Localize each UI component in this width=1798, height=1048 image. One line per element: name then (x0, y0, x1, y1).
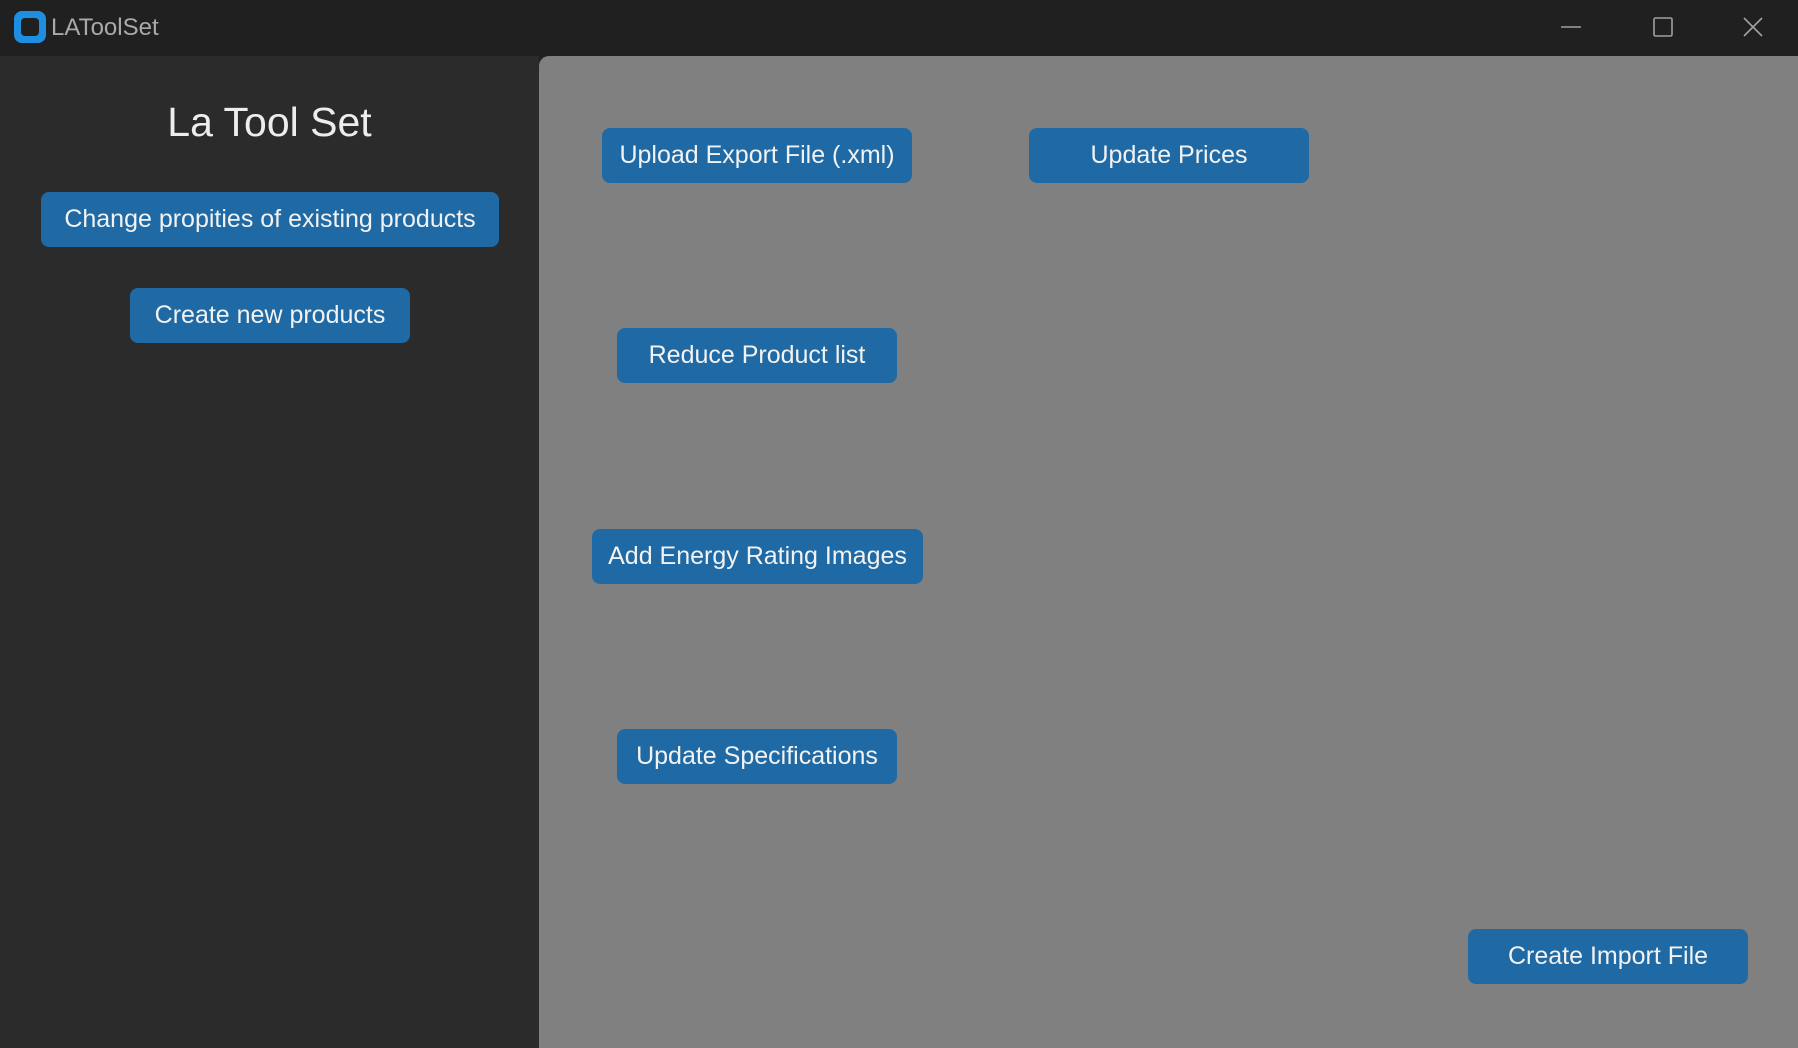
title-bar[interactable]: LAToolSet (0, 0, 1798, 56)
close-icon (1743, 17, 1763, 37)
window-title: LAToolSet (51, 14, 159, 41)
update-prices-button[interactable]: Update Prices (1029, 128, 1309, 183)
app-logo-icon (14, 11, 46, 43)
create-new-products-button[interactable]: Create new products (130, 288, 410, 343)
close-button[interactable] (1708, 0, 1798, 56)
minimize-icon (1561, 26, 1581, 28)
upload-export-file-button[interactable]: Upload Export File (.xml) (602, 128, 912, 183)
app-window: LAToolSet La Tool Set Change propities o… (0, 0, 1798, 1048)
maximize-button[interactable] (1618, 0, 1708, 56)
sidebar: La Tool Set Change propities of existing… (0, 56, 539, 1048)
sidebar-title: La Tool Set (167, 99, 372, 145)
create-import-file-button[interactable]: Create Import File (1468, 929, 1748, 984)
update-specifications-button[interactable]: Update Specifications (617, 729, 897, 784)
add-energy-rating-images-button[interactable]: Add Energy Rating Images (592, 529, 923, 584)
main-panel: Upload Export File (.xml) Update Prices … (539, 56, 1798, 1048)
minimize-button[interactable] (1526, 0, 1616, 56)
maximize-icon (1653, 17, 1673, 37)
change-existing-products-button[interactable]: Change propities of existing products (41, 192, 499, 247)
reduce-product-list-button[interactable]: Reduce Product list (617, 328, 897, 383)
